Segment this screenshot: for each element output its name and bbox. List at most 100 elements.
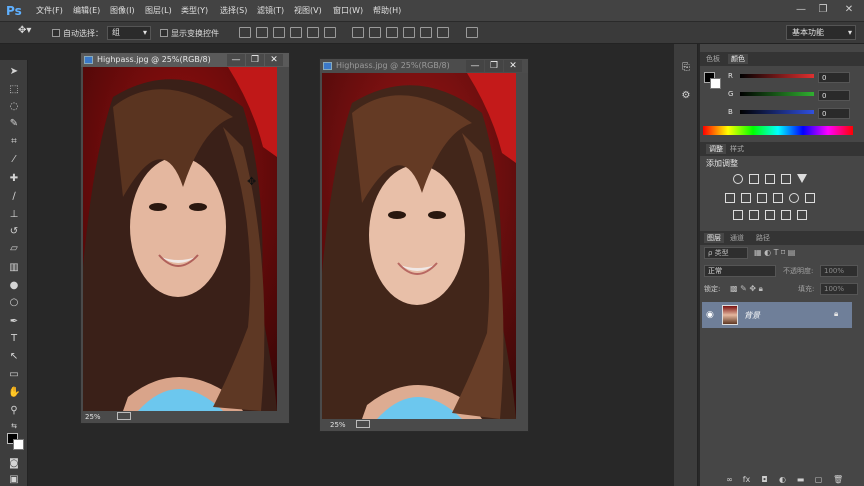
menu-edit[interactable]: 编辑(E) [73,5,100,16]
distribute-bottom-icon[interactable] [386,27,398,38]
channel-mixer-icon[interactable] [789,193,799,203]
close-icon[interactable]: ✕ [840,3,858,17]
green-slider[interactable] [740,92,814,96]
link-layers-icon[interactable]: ∞ [725,476,734,484]
menu-file[interactable]: 文件(F) [36,5,63,16]
hand-tool-icon[interactable]: ✋ [8,387,20,399]
new-layer-icon[interactable]: ▢ [814,476,823,484]
path-select-tool-icon[interactable]: ↖ [8,351,20,363]
auto-align-icon[interactable] [466,27,478,38]
vibrance-icon[interactable] [797,174,807,183]
delete-layer-icon[interactable]: 🗑︎ [833,476,843,484]
align-top-icon[interactable] [239,27,251,38]
gradient-tool-icon[interactable]: ▥ [8,262,20,274]
red-value-field[interactable]: 0 [818,72,850,83]
menu-help[interactable]: 帮助(H) [373,5,401,16]
lock-options-icons[interactable]: ▩ ✎ ✥ 🔒︎ [730,284,763,294]
screen-mode-icon[interactable]: ▣ [8,474,20,486]
tab-swatches[interactable]: 色板 [706,54,720,64]
close-icon[interactable]: ✕ [265,54,283,66]
menu-image[interactable]: 图像(I) [110,5,135,16]
menu-layer[interactable]: 图层(L) [145,5,172,16]
pen-tool-icon[interactable]: ✒ [8,316,20,328]
background-color-swatch[interactable] [13,439,24,450]
tab-layers[interactable]: 图层 [704,233,724,243]
menu-select[interactable]: 选择(S) [220,5,247,16]
blend-mode-dropdown[interactable]: 正常 [704,265,776,277]
close-icon[interactable]: ✕ [504,60,522,72]
status-info-icon[interactable] [117,412,131,420]
blur-tool-icon[interactable]: ● [8,280,20,292]
healing-brush-tool-icon[interactable]: ✚ [8,173,20,185]
curves-icon[interactable] [765,174,775,184]
type-tool-icon[interactable]: T [8,333,20,345]
invert-icon[interactable] [733,210,743,220]
new-group-icon[interactable]: ▬ [796,476,805,484]
align-hcenter-icon[interactable] [307,27,319,38]
hue-saturation-icon[interactable] [725,193,735,203]
document-titlebar[interactable]: Highpass.jpg @ 25%(RGB/8) — ❐ ✕ [320,59,528,73]
restore-icon[interactable]: ❐ [485,60,503,72]
color-balance-icon[interactable] [741,193,751,203]
fill-field[interactable]: 100% [820,283,858,295]
show-transform-checkbox[interactable] [160,29,168,37]
minimize-icon[interactable]: — [792,3,810,17]
filter-type-icons[interactable]: ▦ ◐ T ⌑ ▤ [754,248,795,257]
eraser-tool-icon[interactable]: ▱ [8,243,20,255]
selective-color-icon[interactable] [781,210,791,220]
background-color-swatch[interactable] [710,78,721,89]
clone-stamp-tool-icon[interactable]: ⊥ [8,209,20,221]
eye-visibility-icon[interactable]: ◉ [706,310,714,320]
menu-type[interactable]: 类型(Y) [181,5,208,16]
restore-icon[interactable]: ❐ [246,54,264,66]
red-slider[interactable] [740,74,814,78]
eyedropper-tool-icon[interactable]: ⁄ [8,154,20,166]
blue-value-field[interactable]: 0 [818,108,850,119]
status-info-icon[interactable] [356,420,370,428]
auto-select-checkbox[interactable] [52,29,60,37]
distribute-vcenter-icon[interactable] [369,27,381,38]
distribute-left-icon[interactable] [403,27,415,38]
color-lookup-icon[interactable] [805,193,815,203]
layer-kind-filter[interactable]: ρ 类型 [704,247,748,259]
photo-filter-icon[interactable] [773,193,783,203]
zoom-tool-icon[interactable]: ⚲ [8,405,20,417]
align-vcenter-icon[interactable] [256,27,268,38]
workspace-dropdown[interactable]: 基本功能 ▾ [786,25,856,40]
levels-icon[interactable] [749,174,759,184]
posterize-icon[interactable] [749,210,759,220]
green-value-field[interactable]: 0 [818,90,850,101]
zoom-level[interactable]: 25% [330,421,346,429]
rectangle-tool-icon[interactable]: ▭ [8,369,20,381]
distribute-right-icon[interactable] [437,27,449,38]
document-canvas[interactable] [322,73,516,419]
minimize-icon[interactable]: — [466,60,484,72]
quick-select-tool-icon[interactable]: ✎ [8,118,20,130]
brush-tool-icon[interactable]: ∕ [8,191,20,203]
auto-select-dropdown[interactable]: 组 ▾ [107,26,151,40]
align-left-icon[interactable] [290,27,302,38]
lasso-tool-icon[interactable]: ◌ [8,101,20,113]
move-tool-icon[interactable]: ➤ [8,66,20,78]
opacity-field[interactable]: 100% [820,265,858,277]
gradient-map-icon[interactable] [797,210,807,220]
threshold-icon[interactable] [765,210,775,220]
black-white-icon[interactable] [757,193,767,203]
menu-filter[interactable]: 滤镜(T) [257,5,284,16]
document-window-2[interactable]: Highpass.jpg @ 25%(RGB/8) — ❐ ✕ 25% [319,58,529,432]
distribute-hcenter-icon[interactable] [420,27,432,38]
blue-slider[interactable] [740,110,814,114]
tab-channels[interactable]: 通道 [730,233,744,243]
document-titlebar[interactable]: Highpass.jpg @ 25%(RGB/8) — ❐ ✕ [81,53,289,67]
layer-mask-icon[interactable]: ◘ [760,476,769,484]
properties-panel-icon[interactable]: ⚙ [680,90,692,102]
history-brush-tool-icon[interactable]: ↺ [8,226,20,238]
crop-tool-icon[interactable]: ⌗ [8,136,20,148]
minimize-icon[interactable]: — [227,54,245,66]
tab-color[interactable]: 颜色 [728,54,748,64]
quick-mask-icon[interactable]: ◙ [8,458,20,470]
history-panel-icon[interactable]: ⎘ [680,62,692,74]
layer-row[interactable]: ◉ 背景 🔒︎ [702,302,852,328]
document-canvas[interactable] [83,67,277,411]
distribute-top-icon[interactable] [352,27,364,38]
